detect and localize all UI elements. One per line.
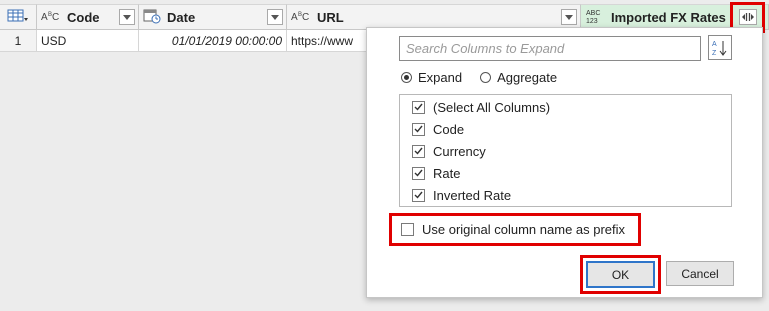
column-header-code[interactable]: ABC Code [37, 4, 139, 30]
any-type-icon[interactable]: ABC 123 [585, 8, 605, 27]
sort-az-icon[interactable]: A Z [708, 35, 732, 60]
list-item-inverted-rate[interactable]: Inverted Rate [412, 186, 511, 204]
cell-code[interactable]: USD [37, 30, 139, 52]
text-type-icon[interactable]: ABC [41, 10, 61, 24]
expand-columns-popup: A Z Expand Aggregate (Select All Columns… [366, 27, 763, 298]
checkbox-use-prefix[interactable] [401, 223, 414, 236]
column-option-label: (Select All Columns) [433, 99, 551, 115]
columns-checklist: (Select All Columns) Code Currency Rate … [399, 94, 732, 207]
column-title-url: URL [317, 9, 344, 25]
list-item-code[interactable]: Code [412, 120, 464, 138]
datetime-type-icon[interactable] [143, 8, 161, 27]
checkbox-select-all[interactable] [412, 100, 425, 114]
column-header-date[interactable]: Date [139, 4, 287, 30]
radio-expand-label[interactable]: Expand [418, 70, 462, 85]
text-type-icon[interactable]: ABC [291, 10, 311, 24]
filter-dropdown-date[interactable] [267, 9, 283, 25]
column-option-label: Rate [433, 165, 461, 181]
column-title-imported-fx-rates: Imported FX Rates [611, 9, 726, 25]
radio-aggregate[interactable] [480, 72, 492, 83]
prefix-option-highlight: Use original column name as prefix [389, 213, 641, 246]
checkbox-inverted-rate[interactable] [412, 188, 425, 202]
svg-text:C: C [302, 12, 309, 22]
radio-aggregate-label[interactable]: Aggregate [497, 70, 557, 85]
column-title-date: Date [167, 9, 196, 25]
search-columns-input[interactable] [399, 36, 701, 61]
checkbox-currency[interactable] [412, 144, 425, 158]
checkbox-rate[interactable] [412, 166, 425, 180]
prefix-option-label[interactable]: Use original column name as prefix [422, 222, 625, 237]
table-icon[interactable] [7, 9, 29, 26]
filter-dropdown-url[interactable] [561, 9, 577, 25]
column-title-code: Code [67, 9, 100, 25]
row-number: 1 [0, 30, 37, 52]
checkbox-code[interactable] [412, 122, 425, 136]
ok-button[interactable]: OK [586, 261, 655, 288]
svg-text:A: A [41, 12, 48, 22]
filter-dropdown-code[interactable] [119, 9, 135, 25]
column-option-label: Inverted Rate [433, 187, 512, 203]
cancel-button[interactable]: Cancel [666, 261, 734, 286]
svg-text:123: 123 [586, 18, 598, 24]
cell-url[interactable]: https://www [287, 30, 367, 52]
ok-button-highlight: OK [580, 255, 661, 294]
svg-text:ABC: ABC [586, 10, 600, 17]
radio-expand[interactable] [401, 72, 412, 83]
cell-date[interactable]: 01/01/2019 00:00:00 [139, 30, 287, 52]
list-item-rate[interactable]: Rate [412, 164, 460, 182]
svg-text:A: A [712, 41, 717, 48]
column-option-label: Currency [433, 143, 486, 159]
column-option-label: Code [433, 121, 465, 137]
svg-text:Z: Z [712, 50, 717, 57]
svg-text:A: A [291, 12, 298, 22]
svg-text:C: C [52, 12, 59, 22]
mode-radio-group: Expand Aggregate [401, 70, 557, 85]
table-menu-cell[interactable] [0, 4, 37, 30]
list-item-currency[interactable]: Currency [412, 142, 486, 160]
list-item-select-all[interactable]: (Select All Columns) [412, 98, 550, 116]
